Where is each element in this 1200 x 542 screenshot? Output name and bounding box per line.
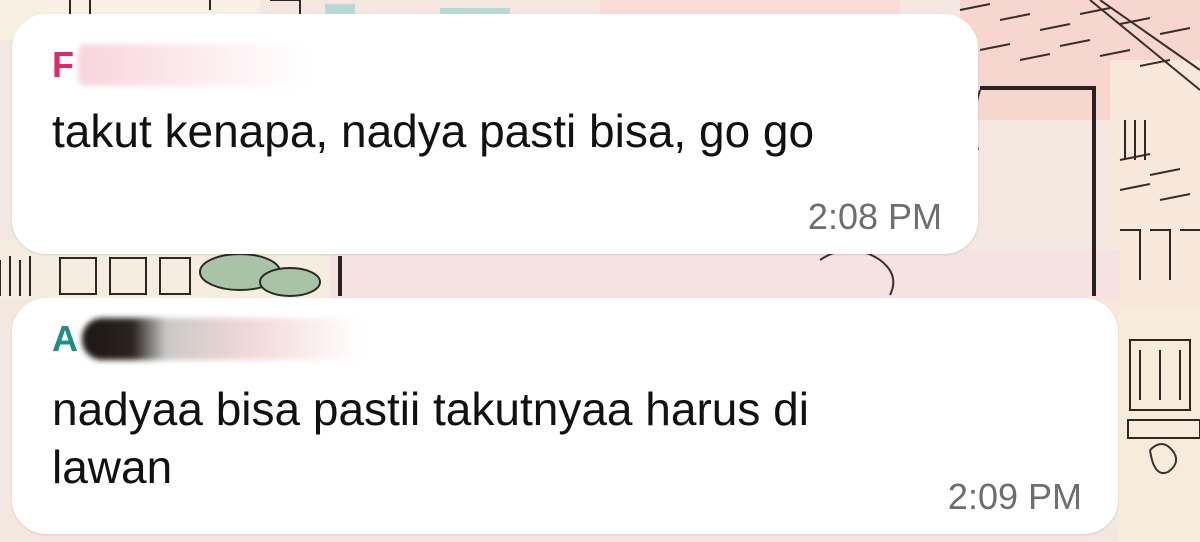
redacted-sender-name xyxy=(78,44,308,87)
sender-initial: F xyxy=(52,44,74,86)
message-line: lawan xyxy=(52,441,173,493)
message-line: nadyaa bisa pastii takutnyaa harus di xyxy=(52,383,809,435)
message-timestamp: 2:08 PM xyxy=(807,196,942,237)
sender-initial: A xyxy=(52,318,78,360)
redacted-sender-name xyxy=(82,318,362,361)
message-line: takut kenapa, nadya pasti bisa, go go xyxy=(52,105,815,157)
sender-name: A xyxy=(52,316,362,361)
message-timestamp: 2:09 PM xyxy=(947,476,1082,517)
message-bubble-incoming[interactable]: A nadyaa bisa pastii takutnyaa harus di … xyxy=(12,298,1118,534)
message-text: nadyaa bisa pastii takutnyaa harus di la… xyxy=(52,380,972,496)
message-bubble-incoming[interactable]: F takut kenapa, nadya pasti bisa, go go … xyxy=(12,14,978,254)
sender-name: F xyxy=(52,42,308,87)
message-text: takut kenapa, nadya pasti bisa, go go xyxy=(52,102,952,160)
